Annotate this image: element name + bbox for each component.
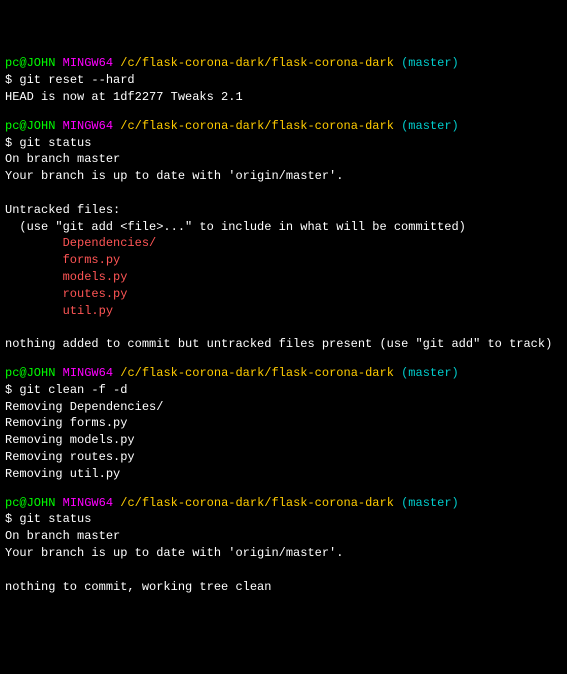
prompt-branch: (master)	[401, 56, 459, 70]
command-line[interactable]: $ git reset --hard	[5, 72, 562, 89]
prompt-path: /c/flask-corona-dark/flask-corona-dark	[120, 366, 394, 380]
command-block: pc@JOHN MINGW64 /c/flask-corona-dark/fla…	[5, 495, 562, 596]
prompt-user: pc@JOHN	[5, 496, 55, 510]
prompt-path: /c/flask-corona-dark/flask-corona-dark	[120, 496, 394, 510]
prompt-env: MINGW64	[63, 119, 113, 133]
output-line: Untracked files:	[5, 202, 562, 219]
output-line	[5, 562, 562, 579]
command-block: pc@JOHN MINGW64 /c/flask-corona-dark/fla…	[5, 365, 562, 483]
output-line: Removing models.py	[5, 432, 562, 449]
output-line: Your branch is up to date with 'origin/m…	[5, 168, 562, 185]
prompt-branch: (master)	[401, 496, 459, 510]
command-text: git status	[19, 512, 91, 526]
prompt-env: MINGW64	[63, 56, 113, 70]
command-line[interactable]: $ git status	[5, 135, 562, 152]
command-block: pc@JOHN MINGW64 /c/flask-corona-dark/fla…	[5, 55, 562, 105]
prompt-line: pc@JOHN MINGW64 /c/flask-corona-dark/fla…	[5, 55, 562, 72]
untracked-file: forms.py	[5, 252, 562, 269]
prompt-path: /c/flask-corona-dark/flask-corona-dark	[120, 119, 394, 133]
prompt-user: pc@JOHN	[5, 366, 55, 380]
output-line: On branch master	[5, 151, 562, 168]
output-line	[5, 185, 562, 202]
command-text: git status	[19, 136, 91, 150]
prompt-path: /c/flask-corona-dark/flask-corona-dark	[120, 56, 394, 70]
prompt-line: pc@JOHN MINGW64 /c/flask-corona-dark/fla…	[5, 365, 562, 382]
terminal-window[interactable]: pc@JOHN MINGW64 /c/flask-corona-dark/fla…	[5, 55, 562, 595]
prompt-symbol: $	[5, 136, 12, 150]
output-line: On branch master	[5, 528, 562, 545]
prompt-branch: (master)	[401, 366, 459, 380]
prompt-user: pc@JOHN	[5, 56, 55, 70]
command-line[interactable]: $ git clean -f -d	[5, 382, 562, 399]
output-line	[5, 319, 562, 336]
prompt-line: pc@JOHN MINGW64 /c/flask-corona-dark/fla…	[5, 495, 562, 512]
hint-line: (use "git add <file>..." to include in w…	[5, 219, 562, 236]
output-line: nothing added to commit but untracked fi…	[5, 336, 562, 353]
untracked-file: routes.py	[5, 286, 562, 303]
prompt-branch: (master)	[401, 119, 459, 133]
command-text: git reset --hard	[19, 73, 134, 87]
output-line: Your branch is up to date with 'origin/m…	[5, 545, 562, 562]
prompt-line: pc@JOHN MINGW64 /c/flask-corona-dark/fla…	[5, 118, 562, 135]
output-line: Removing util.py	[5, 466, 562, 483]
prompt-env: MINGW64	[63, 496, 113, 510]
output-line: Removing Dependencies/	[5, 399, 562, 416]
prompt-symbol: $	[5, 512, 12, 526]
untracked-file: models.py	[5, 269, 562, 286]
untracked-file: util.py	[5, 303, 562, 320]
output-line: Removing forms.py	[5, 415, 562, 432]
prompt-symbol: $	[5, 73, 12, 87]
command-line[interactable]: $ git status	[5, 511, 562, 528]
command-text: git clean -f -d	[19, 383, 127, 397]
prompt-user: pc@JOHN	[5, 119, 55, 133]
output-line: nothing to commit, working tree clean	[5, 579, 562, 596]
output-line: Removing routes.py	[5, 449, 562, 466]
prompt-symbol: $	[5, 383, 12, 397]
command-block: pc@JOHN MINGW64 /c/flask-corona-dark/fla…	[5, 118, 562, 353]
untracked-file: Dependencies/	[5, 235, 562, 252]
output-line: HEAD is now at 1df2277 Tweaks 2.1	[5, 89, 562, 106]
prompt-env: MINGW64	[63, 366, 113, 380]
